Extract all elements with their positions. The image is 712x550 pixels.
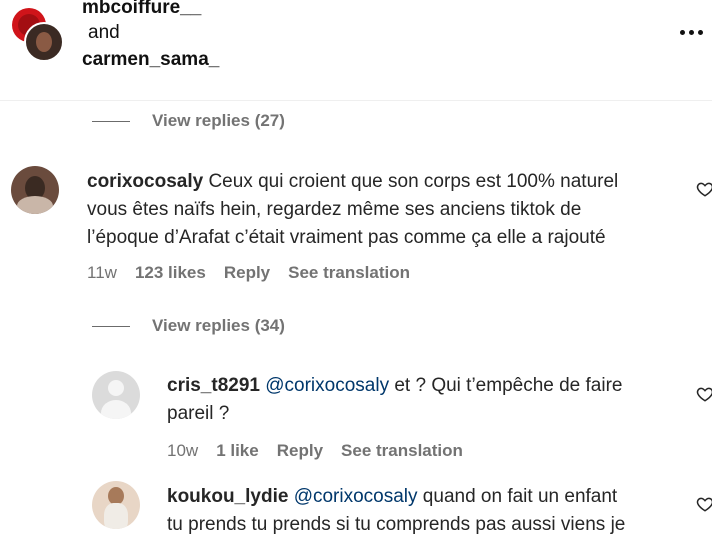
view-replies-button[interactable]: View replies (34): [152, 316, 285, 336]
reply-text: cris_t8291 @corixocosaly et ? Qui t’empê…: [167, 375, 623, 424]
avatar-cris[interactable]: [92, 371, 140, 419]
header-conjunction: and: [88, 22, 120, 43]
header-user2[interactable]: carmen_sama_: [82, 49, 219, 71]
avatar-face: [36, 32, 52, 52]
heart-icon[interactable]: [696, 385, 712, 403]
more-icon: [680, 29, 685, 35]
reply-likes[interactable]: 1 like: [216, 441, 259, 461]
comment-username[interactable]: corixocosaly: [87, 171, 203, 192]
heart-icon[interactable]: [696, 180, 712, 198]
reply-meta: 10w 1 like Reply See translation: [167, 441, 463, 461]
default-avatar-body: [101, 400, 131, 419]
reply-button[interactable]: Reply: [224, 263, 270, 283]
reply-username[interactable]: koukou_lydie: [167, 486, 288, 507]
mention-link[interactable]: @corixocosaly: [294, 486, 418, 507]
view-replies-line: [92, 326, 130, 327]
avatar-carmen[interactable]: [24, 22, 64, 62]
header-user1[interactable]: mbcoiffure__: [82, 0, 201, 19]
comment-text: corixocosaly Ceux qui croient que son co…: [87, 171, 619, 248]
more-options-button[interactable]: [680, 22, 708, 42]
comment-likes[interactable]: 123 likes: [135, 263, 206, 283]
reply-button[interactable]: Reply: [277, 441, 323, 461]
view-replies-button[interactable]: View replies (27): [152, 111, 285, 131]
reply-time: 10w: [167, 441, 199, 460]
comment-meta: 11w 123 likes Reply See translation: [87, 263, 410, 283]
heart-icon[interactable]: [696, 495, 712, 513]
reply-text: koukou_lydie @corixocosaly quand on fait…: [167, 486, 626, 535]
reply-username[interactable]: cris_t8291: [167, 375, 260, 396]
see-translation-button[interactable]: See translation: [288, 263, 410, 283]
see-translation-button[interactable]: See translation: [341, 441, 463, 461]
header-divider: [0, 100, 712, 101]
mention-link[interactable]: @corixocosaly: [265, 375, 389, 396]
avatar-corixocosaly[interactable]: [11, 166, 59, 214]
default-avatar-head: [108, 380, 124, 396]
comment-time: 11w: [87, 263, 117, 282]
view-replies-line: [92, 121, 130, 122]
avatar-koukou[interactable]: [92, 481, 140, 529]
